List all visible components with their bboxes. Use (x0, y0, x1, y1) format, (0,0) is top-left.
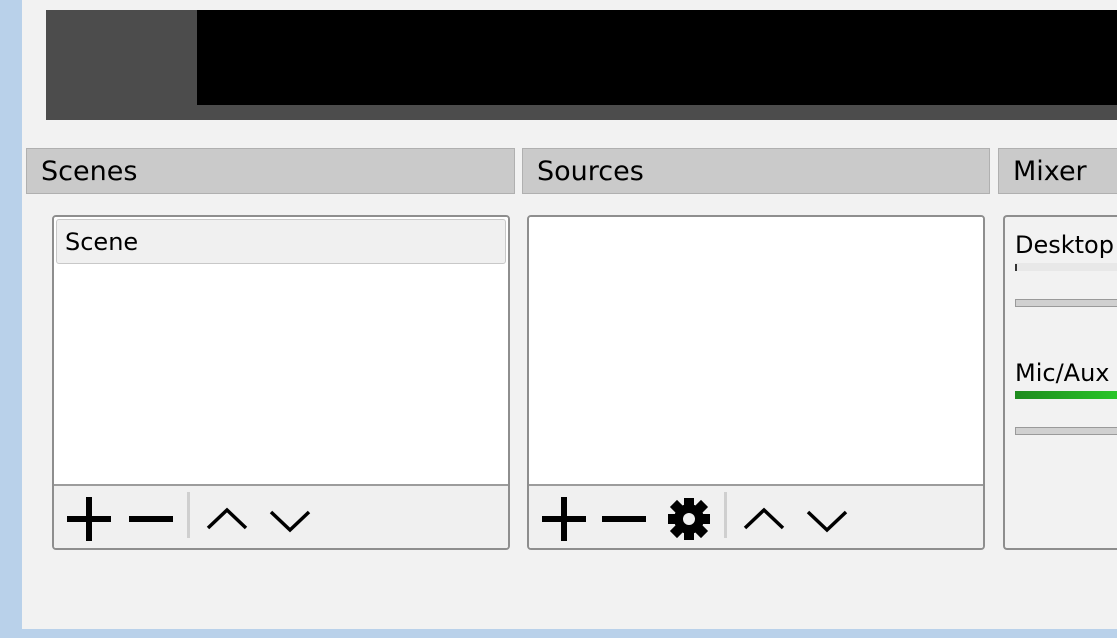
move-source-up-button[interactable] (741, 496, 787, 542)
move-scene-down-button[interactable] (267, 496, 313, 542)
move-scene-up-button[interactable] (204, 496, 250, 542)
scenes-list[interactable]: Scene (54, 217, 508, 484)
move-source-down-button[interactable] (804, 496, 850, 542)
desktop-meter-level (1015, 264, 1017, 271)
remove-scene-button[interactable] (128, 496, 174, 542)
preview-canvas[interactable] (197, 10, 1117, 105)
sources-list[interactable] (529, 217, 983, 484)
desktop-volume-slider[interactable] (1015, 299, 1117, 307)
add-source-button[interactable] (541, 496, 587, 542)
toolbar-separator (724, 492, 727, 538)
source-properties-button[interactable] (664, 496, 714, 546)
scenes-panel: Scene (52, 215, 510, 550)
sources-panel (527, 215, 985, 550)
window-frame-bottom (0, 629, 1117, 638)
toolbar-separator (187, 492, 190, 538)
sources-toolbar (529, 484, 983, 548)
mic-volume-meter (1015, 391, 1117, 399)
scenes-toolbar (54, 484, 508, 548)
scene-list-item[interactable]: Scene (56, 219, 506, 264)
mixer-channel-mic-label: Mic/Aux (1015, 359, 1110, 387)
window-frame-left (0, 0, 22, 638)
mic-volume-slider[interactable] (1015, 427, 1117, 435)
sources-dock-title: Sources (522, 148, 990, 194)
mixer-panel: Desktop Mic/Aux (1003, 215, 1117, 550)
scenes-dock-title: Scenes (26, 148, 515, 194)
add-scene-button[interactable] (66, 496, 112, 542)
remove-source-button[interactable] (601, 496, 647, 542)
mixer-dock-title: Mixer (998, 148, 1117, 194)
desktop-volume-meter (1015, 263, 1117, 271)
mixer-channel-desktop-label: Desktop (1015, 231, 1114, 259)
